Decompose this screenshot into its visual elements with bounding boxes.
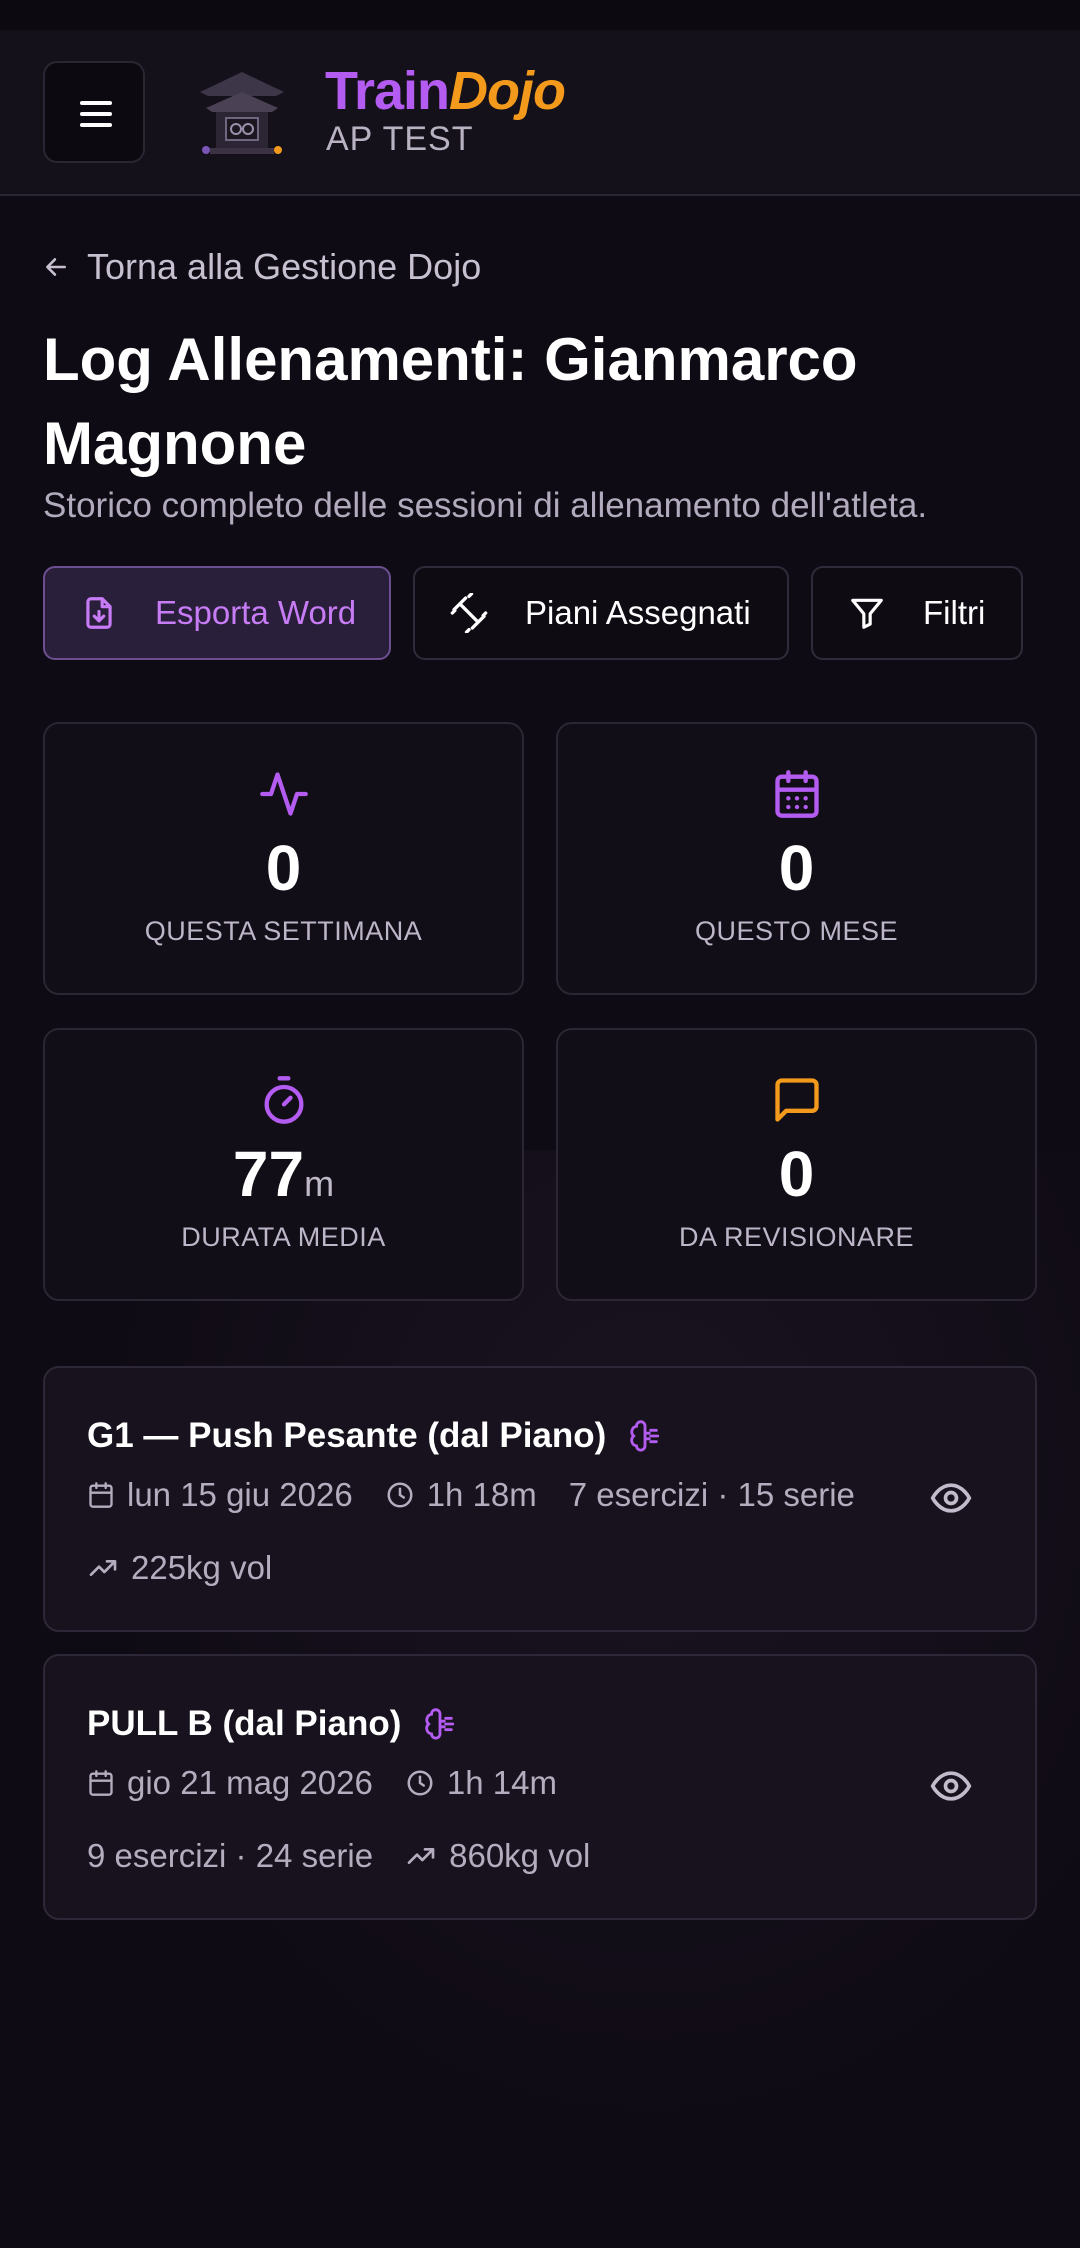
session-meta-row: 9 esercizi · 24 serie 860kg vol: [87, 1837, 622, 1875]
session-duration: 1h 18m: [426, 1476, 537, 1513]
export-word-label: Esporta Word: [155, 594, 357, 631]
dumbbell-icon: [449, 593, 489, 633]
stat-label: QUESTA SETTIMANA: [144, 916, 423, 946]
export-word-button[interactable]: Esporta Word: [43, 566, 391, 660]
stat-card-avg-duration: 77m DURATA MEDIA: [43, 1028, 524, 1301]
session-date: gio 21 mag 2026: [127, 1764, 373, 1801]
hamburger-icon: [80, 101, 112, 105]
session-title: PULL B (dal Piano): [87, 1704, 457, 1744]
session-duration: 1h 14m: [446, 1764, 557, 1801]
trending-up-icon: [407, 1848, 435, 1864]
session-volume: 860kg vol: [449, 1837, 591, 1874]
file-download-icon: [79, 593, 119, 633]
session-meta-row: lun 15 giu 2026 1h 18m 7 esercizi · 15 s…: [87, 1476, 887, 1514]
session-meta-row: 225kg vol: [87, 1549, 304, 1587]
stat-value: 77m: [232, 1138, 335, 1210]
session-card[interactable]: PULL B (dal Piano) gio 21 mag 2026 1h 14…: [43, 1654, 1037, 1920]
app-header: TrainDojo AP TEST: [0, 30, 1080, 196]
session-exercises: 7 esercizi · 15 serie: [568, 1476, 855, 1513]
brain-icon: [630, 1420, 660, 1452]
filter-icon: [847, 593, 887, 633]
session-card[interactable]: G1 — Push Pesante (dal Piano) lun 15 giu…: [43, 1366, 1037, 1632]
page-title: Log Allenamenti: Gianmarco Magnone: [43, 326, 858, 477]
eye-icon[interactable]: [929, 1476, 973, 1520]
stat-card-to-review: 0 DA REVISIONARE: [556, 1028, 1037, 1301]
session-volume: 225kg vol: [131, 1549, 273, 1586]
assigned-plans-label: Piani Assegnati: [525, 594, 751, 631]
calendar-icon: [89, 1482, 113, 1508]
hamburger-icon-bar: [80, 112, 112, 116]
back-link-label: Torna alla Gestione Dojo: [87, 246, 482, 287]
timer-icon: [45, 1074, 522, 1126]
session-exercises: 9 esercizi · 24 serie: [87, 1837, 374, 1874]
stat-card-week: 0 QUESTA SETTIMANA: [43, 722, 524, 995]
assigned-plans-button[interactable]: Piani Assegnati: [413, 566, 789, 660]
calendar-icon: [89, 1770, 113, 1796]
stat-value: 0: [265, 832, 302, 904]
trending-up-icon: [89, 1560, 117, 1576]
brain-icon: [425, 1708, 455, 1740]
page-subtitle: Storico completo delle sessioni di allen…: [43, 486, 928, 525]
stat-value: 0: [778, 1138, 815, 1210]
session-meta-row: gio 21 mag 2026 1h 14m: [87, 1764, 589, 1802]
brand-subtitle: AP TEST: [326, 120, 474, 158]
stat-value: 0: [778, 832, 815, 904]
stat-label: QUESTO MESE: [694, 916, 899, 946]
filters-button[interactable]: Filtri: [811, 566, 1023, 660]
calendar-icon: [558, 768, 1035, 820]
activity-icon: [45, 768, 522, 820]
session-date: lun 15 giu 2026: [127, 1476, 353, 1513]
message-square-icon: [558, 1074, 1035, 1126]
clock-icon: [407, 1770, 433, 1796]
hamburger-icon-bar: [80, 123, 112, 127]
stat-card-month: 0 QUESTO MESE: [556, 722, 1037, 995]
stat-label: DA REVISIONARE: [678, 1222, 915, 1252]
clock-icon: [387, 1482, 413, 1508]
back-link[interactable]: Torna alla Gestione Dojo: [43, 246, 481, 288]
status-bar: [0, 0, 1080, 30]
dojo-temple-logo: [192, 62, 292, 162]
brand-title: TrainDojo: [325, 61, 566, 121]
menu-button[interactable]: [43, 61, 145, 163]
filters-label: Filtri: [923, 594, 986, 631]
session-title: G1 — Push Pesante (dal Piano): [87, 1416, 662, 1456]
eye-icon[interactable]: [929, 1764, 973, 1808]
arrow-left-icon: [46, 258, 66, 276]
stat-label: DURATA MEDIA: [181, 1222, 386, 1252]
